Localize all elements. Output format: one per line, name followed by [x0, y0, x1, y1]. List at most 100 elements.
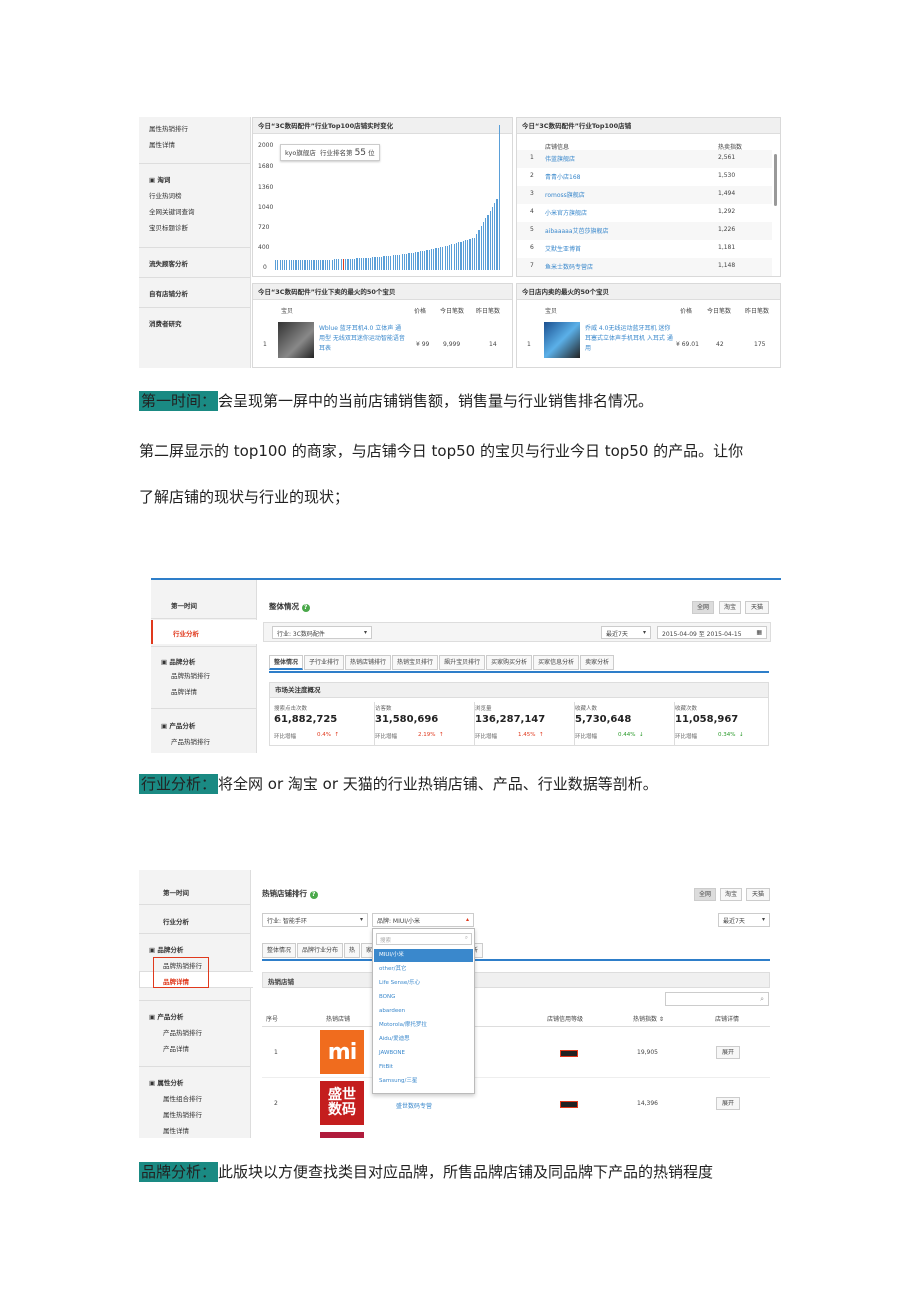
- tab[interactable]: 品牌行业分布: [297, 943, 344, 958]
- brand-option[interactable]: Samsung/三星: [374, 1075, 473, 1088]
- chart-bar[interactable]: [340, 259, 342, 270]
- sidebar-item[interactable]: 第一时间: [163, 887, 189, 897]
- sidebar-item[interactable]: 第一时间: [171, 600, 197, 610]
- chart-bar[interactable]: [485, 218, 487, 270]
- tab[interactable]: 整体情况: [269, 655, 304, 670]
- chart-bar[interactable]: [304, 259, 306, 270]
- chart-bar[interactable]: [297, 259, 299, 270]
- chart-bar[interactable]: [498, 125, 500, 270]
- chart-bar[interactable]: [363, 258, 365, 270]
- sidebar-item[interactable]: 属性详情: [163, 1125, 189, 1135]
- scope-tmall-button[interactable]: 天猫: [745, 601, 769, 614]
- chart-bar[interactable]: [458, 242, 460, 270]
- sidebar-item[interactable]: 品牌热销排行: [171, 670, 210, 680]
- brand-option[interactable]: other/其它: [374, 963, 473, 976]
- tab[interactable]: 飙升宝贝排行: [439, 655, 486, 670]
- brand-option[interactable]: Life Sense/乐心: [374, 977, 473, 990]
- shop-link[interactable]: 伟蓝旗舰店: [545, 154, 575, 163]
- sidebar-item[interactable]: 属性热销排行: [149, 123, 188, 133]
- chart-bar[interactable]: [449, 244, 451, 270]
- scrollbar[interactable]: [774, 154, 777, 206]
- chart-bar[interactable]: [489, 210, 491, 270]
- chart-bar[interactable]: [469, 239, 471, 270]
- chart-bar[interactable]: [302, 259, 304, 270]
- sidebar-item[interactable]: 产品热销排行: [171, 736, 210, 746]
- shop-link[interactable]: romoss旗舰店: [545, 190, 585, 199]
- chart-bar[interactable]: [446, 245, 448, 270]
- chart-bar[interactable]: [464, 240, 467, 270]
- date-range-field[interactable]: 2015-04-09 至 2015-04-15 ▦: [657, 626, 767, 639]
- chart-bar[interactable]: [333, 259, 335, 270]
- scope-tmall-button[interactable]: 天猫: [746, 888, 770, 901]
- chart-bar[interactable]: [326, 259, 329, 270]
- brand-option[interactable]: BONG: [374, 991, 473, 1004]
- chart-bar[interactable]: [284, 260, 286, 270]
- chart-bar[interactable]: [378, 256, 381, 270]
- chart-bar[interactable]: [491, 206, 494, 270]
- chart-bar[interactable]: [372, 257, 374, 270]
- chart-bar[interactable]: [288, 260, 290, 270]
- chart-bar[interactable]: [329, 259, 331, 270]
- chart-bar[interactable]: [410, 252, 412, 270]
- chart-bar[interactable]: [390, 255, 392, 270]
- chart-bar[interactable]: [480, 226, 482, 270]
- scope-taobao-button[interactable]: 淘宝: [720, 888, 742, 901]
- table-search-input[interactable]: ⌕: [665, 992, 769, 1006]
- chart-bar[interactable]: [392, 255, 394, 270]
- industry-select[interactable]: 行业: 智能手环 ▾: [262, 913, 368, 927]
- chart-bar[interactable]: [388, 255, 390, 270]
- chart-bar[interactable]: [295, 259, 297, 270]
- chart-bar[interactable]: [394, 255, 396, 270]
- chart-bar[interactable]: [482, 222, 485, 270]
- chart-bar[interactable]: [293, 259, 295, 270]
- tab[interactable]: 买家购买分析: [486, 655, 533, 670]
- chart-bar[interactable]: [331, 259, 333, 270]
- chart-bar[interactable]: [487, 214, 489, 270]
- chart-bar[interactable]: [376, 257, 378, 270]
- col-header[interactable]: 热销指数 ⇕: [633, 1014, 664, 1023]
- chart-bar[interactable]: [385, 256, 387, 270]
- chart-bar[interactable]: [306, 259, 308, 270]
- chart-bar[interactable]: [374, 257, 376, 270]
- industry-select[interactable]: 行业: 3C数码配件 ▾: [272, 626, 372, 639]
- chart-bar[interactable]: [320, 259, 322, 270]
- brand-option[interactable]: Aidu/爱迪思: [374, 1033, 473, 1046]
- chart-bar[interactable]: [275, 260, 277, 270]
- tab[interactable]: 买家信息分析: [533, 655, 580, 670]
- sidebar-item[interactable]: 行业分析: [163, 916, 189, 926]
- chart-bar[interactable]: [412, 252, 415, 270]
- sidebar-item[interactable]: 属性详情: [149, 139, 175, 149]
- tab[interactable]: 热: [344, 943, 361, 958]
- period-select[interactable]: 最近7天 ▾: [718, 913, 770, 927]
- sidebar-group[interactable]: 自有店铺分析: [149, 288, 188, 298]
- expand-button[interactable]: 展开: [716, 1097, 740, 1110]
- chart-bar[interactable]: [299, 259, 302, 270]
- product-image[interactable]: [278, 322, 314, 358]
- chart-bar[interactable]: [317, 259, 320, 270]
- shop-link[interactable]: 盛世数码专营: [396, 1101, 432, 1110]
- chart-bar[interactable]: [426, 250, 428, 270]
- sidebar-item[interactable]: 品牌详情: [171, 686, 197, 696]
- chart-bar[interactable]: [460, 241, 462, 270]
- chart-bar[interactable]: [324, 259, 326, 270]
- chart-bar[interactable]: [356, 258, 358, 270]
- brand-search-input[interactable]: 搜索 ⌕: [376, 933, 472, 945]
- chart-bar[interactable]: [399, 254, 401, 270]
- chart-bar[interactable]: [351, 258, 354, 270]
- chart-bar[interactable]: [442, 246, 444, 270]
- sidebar-item[interactable]: 产品详情: [163, 1043, 189, 1053]
- product-title-link[interactable]: 乔威 4.0无线运动蓝牙耳机 迷你 耳塞式立体声手机耳机 入耳式 通用: [585, 324, 673, 354]
- chart-bar[interactable]: [311, 259, 313, 270]
- sidebar-item[interactable]: 属性热销排行: [163, 1109, 202, 1119]
- chart-bar[interactable]: [349, 258, 351, 270]
- chart-bar[interactable]: [401, 254, 403, 270]
- sidebar-item[interactable]: 全网关键词查询: [149, 206, 195, 216]
- sidebar-item-active[interactable]: 行业分析: [173, 628, 199, 638]
- chart-bar[interactable]: [279, 260, 281, 270]
- chart-bar[interactable]: [451, 244, 453, 270]
- chart-bar[interactable]: [471, 238, 473, 270]
- chart-bar[interactable]: [444, 246, 446, 270]
- chart-bar[interactable]: [336, 259, 338, 270]
- chart-bar[interactable]: [322, 259, 324, 270]
- chart-bar[interactable]: [354, 258, 356, 270]
